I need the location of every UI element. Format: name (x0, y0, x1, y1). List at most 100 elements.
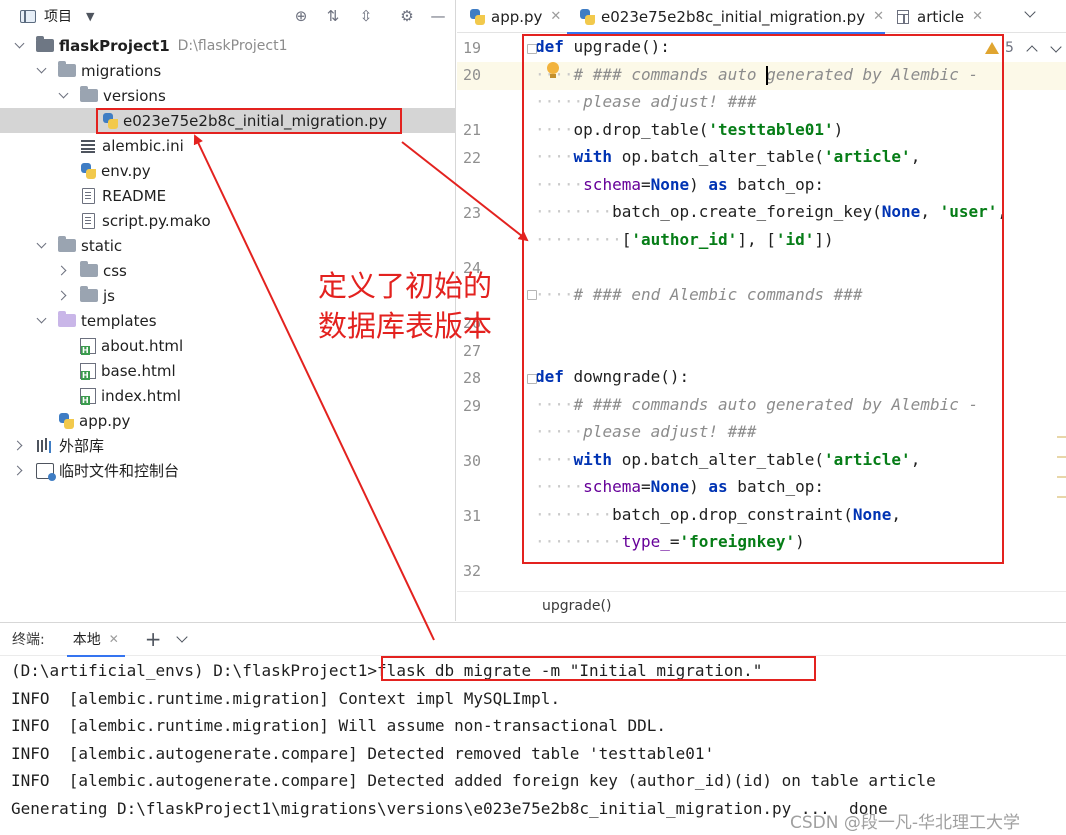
tree-item-label: flaskProject1 (59, 36, 170, 55)
tree-item[interactable]: alembic.ini (0, 133, 455, 158)
project-pane-icon (20, 9, 36, 23)
folder-icon (80, 261, 98, 277)
folder-icon (80, 286, 98, 302)
close-icon[interactable]: ✕ (972, 9, 983, 24)
folder-icon (36, 36, 54, 52)
tree-item-label: README (102, 186, 167, 205)
line-number: 31 (462, 507, 481, 525)
line-number: 29 (462, 397, 481, 415)
tree-item[interactable]: index.html (0, 383, 455, 408)
hide-panel-icon[interactable]: — (427, 6, 449, 26)
tree-item[interactable]: 临时文件和控制台 (0, 458, 455, 483)
breadcrumb-item[interactable]: upgrade() (542, 598, 611, 614)
chevron-down-icon[interactable] (14, 39, 28, 53)
tree-item-label: css (103, 261, 127, 280)
tab-initial-migration[interactable]: e023e75e2b8c_initial_migration.py ✕ (567, 0, 885, 34)
library-icon (36, 438, 54, 454)
python-file-icon (579, 8, 595, 25)
tree-item[interactable]: app.py (0, 408, 455, 433)
terminal-label: 终端: (12, 632, 45, 648)
terminal-output-line: Generating D:\flaskProject1\migrations\v… (11, 799, 888, 818)
tree-item-label: templates (81, 311, 157, 330)
tree-item[interactable]: versions (0, 83, 455, 108)
chevron-right-icon[interactable] (14, 439, 28, 453)
tree-item-label: about.html (101, 336, 184, 355)
chevron-down-icon[interactable] (1024, 8, 1038, 22)
tree-item-label: app.py (79, 411, 131, 430)
editor-tabs: app.py ✕ e023e75e2b8c_initial_migration.… (457, 0, 1066, 34)
tree-item[interactable]: 外部库 (0, 433, 455, 458)
chevron-down-icon[interactable]: ▼ (86, 10, 94, 23)
tree-item-label: script.py.mako (102, 211, 211, 230)
tree-item-label: base.html (101, 361, 176, 380)
python-file-icon (80, 162, 96, 179)
chevron-down-icon[interactable] (176, 633, 188, 645)
tab-local[interactable]: 本地 ✕ (66, 623, 125, 657)
tree-item-label: migrations (81, 61, 162, 80)
html-file-icon (80, 387, 96, 405)
table-icon (897, 9, 910, 24)
tree-item[interactable]: script.py.mako (0, 208, 455, 233)
editor-breadcrumb: upgrade() (457, 591, 1066, 621)
chevron-down-icon[interactable] (58, 89, 72, 103)
line-number: 21 (462, 121, 481, 139)
python-file-icon (469, 8, 485, 25)
gear-icon[interactable]: ⚙ (396, 6, 418, 26)
close-icon[interactable]: ✕ (873, 9, 884, 24)
tree-item[interactable]: README (0, 183, 455, 208)
line-number: 20 (462, 66, 481, 84)
tree-item[interactable]: static (0, 233, 455, 258)
chevron-right-icon[interactable] (58, 264, 72, 278)
close-icon[interactable]: ✕ (109, 632, 119, 646)
line-number: 23 (462, 204, 481, 222)
ini-file-icon (81, 139, 95, 153)
tree-item[interactable]: base.html (0, 358, 455, 383)
tree-item-label: versions (103, 86, 166, 105)
tab-article[interactable]: article ✕ (885, 0, 991, 33)
terminal-panel: 终端: 本地 ✕ + (D:\artificial_envs) D:\flask… (0, 622, 1066, 835)
terminal-output-line: INFO [alembic.runtime.migration] Will as… (11, 716, 667, 735)
expand-all-icon[interactable]: ⇅ (322, 6, 344, 26)
tree-item[interactable]: migrations (0, 58, 455, 83)
terminal-output-line: INFO [alembic.autogenerate.compare] Dete… (11, 771, 936, 790)
chevron-right-icon[interactable] (14, 464, 28, 478)
chevron-down-icon[interactable] (36, 239, 50, 253)
tab-label: e023e75e2b8c_initial_migration.py (601, 7, 866, 26)
collapse-all-icon[interactable]: ⇳ (355, 6, 377, 26)
close-icon[interactable]: ✕ (550, 9, 561, 24)
line-number: 22 (462, 149, 481, 167)
next-highlight-icon[interactable] (1050, 44, 1062, 56)
tree-item[interactable]: flaskProject1 D:\flaskProject1 (0, 33, 455, 58)
tree-item-label: 临时文件和控制台 (59, 462, 180, 480)
line-number: 32 (462, 562, 481, 580)
tree-item-label: static (81, 236, 123, 255)
html-file-icon (80, 337, 96, 355)
watermark: CSDN @段一凡-华北理工大学 (790, 813, 1021, 833)
locate-file-icon[interactable]: ⊕ (290, 6, 312, 26)
tab-label: app.py (491, 7, 543, 26)
annotation-label: 定义了初始的 数据库表版本 (318, 269, 493, 343)
annotation-box-command (381, 656, 816, 681)
new-tab-icon[interactable]: + (145, 627, 162, 651)
terminal-output-line: INFO [alembic.autogenerate.compare] Dete… (11, 744, 715, 763)
tab-label: article (917, 7, 965, 26)
folder-icon (58, 61, 76, 77)
folder-icon (80, 86, 98, 102)
chevron-down-icon[interactable] (36, 314, 50, 328)
line-number: 19 (462, 39, 481, 57)
terminal-output-line: INFO [alembic.runtime.migration] Context… (11, 689, 561, 708)
tab-app-py[interactable]: app.py ✕ (457, 0, 567, 33)
chevron-down-icon[interactable] (36, 64, 50, 78)
tree-item[interactable]: env.py (0, 158, 455, 183)
tree-item-label: index.html (101, 386, 181, 405)
chevron-right-icon[interactable] (58, 289, 72, 303)
folder-icon (58, 311, 76, 327)
scratch-icon (36, 462, 56, 481)
tree-item-path: D:\flaskProject1 (177, 37, 288, 54)
tree-item-label: 外部库 (59, 437, 105, 455)
tree-item-label: env.py (101, 161, 151, 180)
annotation-box-file (96, 108, 402, 134)
folder-icon (58, 236, 76, 252)
project-view-selector[interactable]: 项目 ▼ (0, 6, 94, 26)
previous-highlight-icon[interactable] (1026, 44, 1038, 56)
